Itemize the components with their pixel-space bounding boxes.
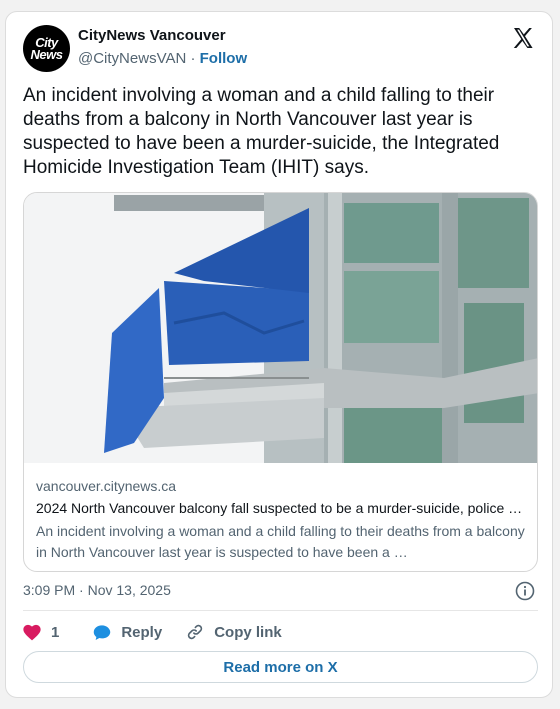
copy-link-label: Copy link bbox=[214, 623, 282, 641]
link-domain: vancouver.citynews.ca bbox=[36, 478, 177, 494]
heart-icon bbox=[23, 624, 41, 640]
link-icon bbox=[188, 624, 203, 640]
link-preview-card[interactable]: vancouver.citynews.ca 2024 North Vancouv… bbox=[23, 192, 538, 572]
article-image[interactable] bbox=[24, 193, 538, 463]
like-button[interactable]: 1 bbox=[23, 624, 59, 641]
follow-link[interactable]: Follow bbox=[200, 50, 248, 67]
reply-label: Reply bbox=[121, 623, 163, 641]
avatar[interactable]: City News bbox=[23, 25, 70, 72]
post-timestamp[interactable]: 3:09 PM · Nov 13, 2025 bbox=[23, 582, 171, 598]
action-bar: 1 Reply Copy link bbox=[23, 621, 282, 643]
author-handle[interactable]: @CityNewsVAN bbox=[78, 50, 186, 67]
embedded-post-card: City News CityNews Vancouver @CityNewsVA… bbox=[5, 11, 553, 698]
reply-button[interactable]: Reply bbox=[93, 624, 162, 641]
like-count: 1 bbox=[51, 623, 60, 641]
x-logo-icon[interactable] bbox=[511, 26, 535, 50]
author-name[interactable]: CityNews Vancouver bbox=[78, 27, 226, 44]
tweet-text: An incident involving a woman and a chil… bbox=[23, 85, 500, 178]
copy-link-button[interactable]: Copy link bbox=[186, 623, 282, 641]
reply-bubble-icon bbox=[94, 624, 111, 640]
info-icon[interactable] bbox=[515, 581, 535, 601]
separator: · bbox=[190, 50, 196, 67]
link-description: An incident involving a woman and a chil… bbox=[36, 523, 525, 560]
divider bbox=[23, 610, 538, 611]
link-title[interactable]: 2024 North Vancouver balcony fall suspec… bbox=[36, 500, 526, 516]
avatar-text-news: News bbox=[30, 46, 63, 62]
read-more-button[interactable]: Read more on X bbox=[23, 651, 538, 683]
author-handle-row: @CityNewsVAN · Follow bbox=[78, 50, 247, 67]
